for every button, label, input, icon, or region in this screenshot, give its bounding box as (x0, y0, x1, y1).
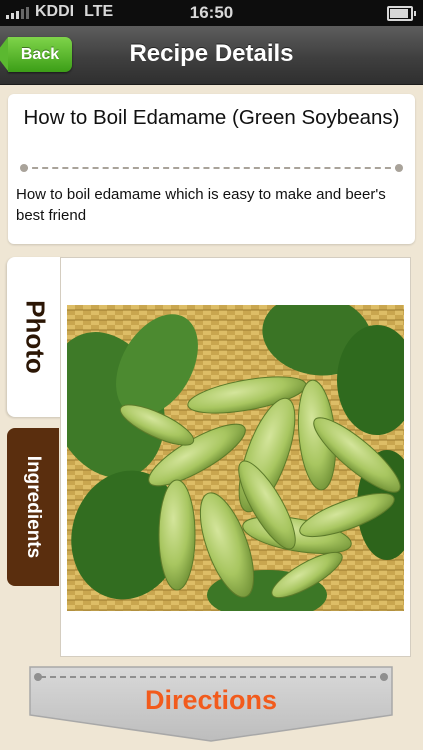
tab-ingredients-label: Ingredients (23, 455, 44, 559)
recipe-title: How to Boil Edamame (Green Soybeans) (23, 106, 400, 129)
directions-button[interactable]: Directions (26, 663, 396, 743)
battery-icon (387, 6, 416, 21)
photo-panel (60, 257, 411, 657)
tab-ingredients[interactable]: Ingredients (7, 428, 59, 586)
status-bar: KDDI LTE 16:50 (0, 0, 423, 26)
dashed-divider (20, 164, 403, 172)
page-title: Recipe Details (129, 40, 294, 67)
recipe-description: How to boil edamame which is easy to mak… (16, 186, 386, 224)
tab-photo[interactable]: Photo (7, 257, 63, 417)
tab-photo-label: Photo (20, 300, 51, 374)
status-time: 16:50 (189, 3, 234, 22)
edamame-photo-illustration (67, 305, 404, 611)
directions-label: Directions (144, 685, 278, 715)
recipe-photo (67, 305, 404, 611)
recipe-header-card: How to Boil Edamame (Green Soybeans) How… (8, 94, 415, 244)
navigation-bar: Back Recipe Details (0, 26, 423, 85)
